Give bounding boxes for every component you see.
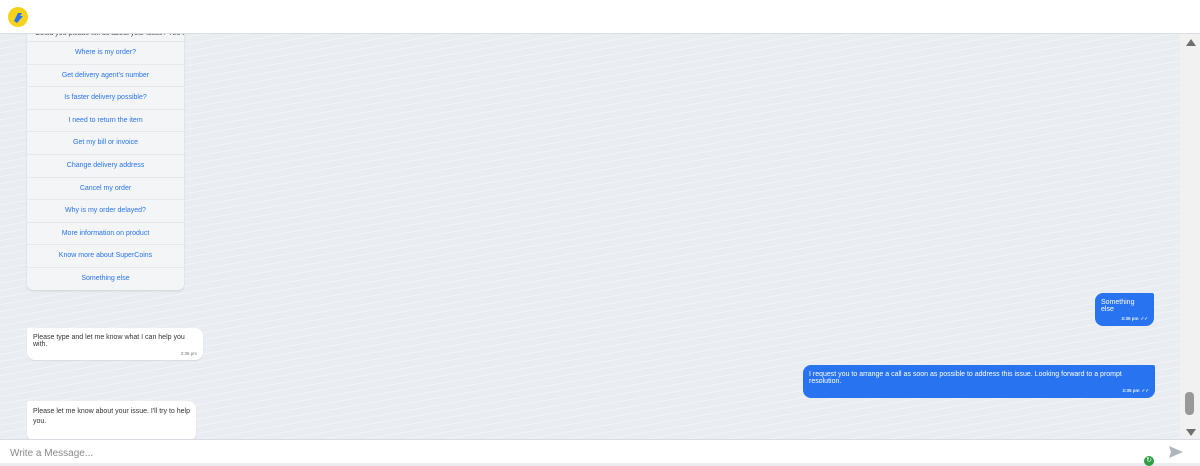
top-bar (0, 0, 1200, 34)
scroll-thumb[interactable] (1185, 392, 1194, 415)
menu-item-cancel-order[interactable]: Cancel my order (27, 178, 184, 201)
menu-item-return-item[interactable]: I need to return the item (27, 110, 184, 133)
user-message: Something else 2:35 pm ✓✓ (1095, 293, 1154, 326)
user-message: I request you to arrange a call as soon … (803, 365, 1155, 398)
message-time: 2:35 pm ✓✓ (1121, 316, 1148, 321)
send-icon[interactable] (1168, 444, 1184, 460)
menu-item-bill-invoice[interactable]: Get my bill or invoice (27, 132, 184, 155)
bot-message: Please let me know about your issue. I'l… (27, 401, 196, 439)
menu-item-faster-delivery[interactable]: Is faster delivery possible? (27, 87, 184, 110)
flipkart-logo-icon[interactable] (8, 7, 28, 27)
scroll-up-icon[interactable] (1186, 39, 1196, 46)
message-text: Please let me know about your issue. I'l… (33, 408, 190, 425)
menu-item-order-delayed[interactable]: Why is my order delayed? (27, 200, 184, 223)
message-time: 2:35 pm (180, 351, 197, 356)
menu-item-where-is-order[interactable]: Where is my order? (27, 42, 184, 65)
quick-reply-menu: Could you please tell us about your issu… (27, 34, 184, 290)
message-composer: ↻ (0, 439, 1200, 466)
menu-item-change-address[interactable]: Change delivery address (27, 155, 184, 178)
chat-area: Could you please tell us about your issu… (0, 34, 1180, 439)
menu-item-something-else[interactable]: Something else (27, 268, 184, 290)
read-receipt-icon: ✓✓ (1140, 316, 1148, 321)
message-text: I request you to arrange a call as soon … (809, 371, 1122, 385)
menu-item-product-info[interactable]: More information on product (27, 223, 184, 246)
menu-item-supercoins[interactable]: Know more about SuperCoins (27, 245, 184, 268)
read-receipt-icon: ✓✓ (1141, 388, 1149, 393)
message-text: Something else (1101, 299, 1135, 313)
scroll-down-icon[interactable] (1186, 429, 1196, 436)
chat-scrollbar[interactable] (1180, 34, 1200, 439)
message-input[interactable] (8, 443, 1132, 463)
bot-message: Please type and let me know what I can h… (27, 328, 203, 360)
menu-intro-text: Could you please tell us about your issu… (27, 34, 184, 42)
message-time: 2:35 pm ✓✓ (1122, 388, 1149, 393)
menu-item-delivery-agent-number[interactable]: Get delivery agent's number (27, 65, 184, 88)
message-text: Please type and let me know what I can h… (33, 334, 185, 348)
online-status-icon: ↻ (1144, 456, 1154, 466)
